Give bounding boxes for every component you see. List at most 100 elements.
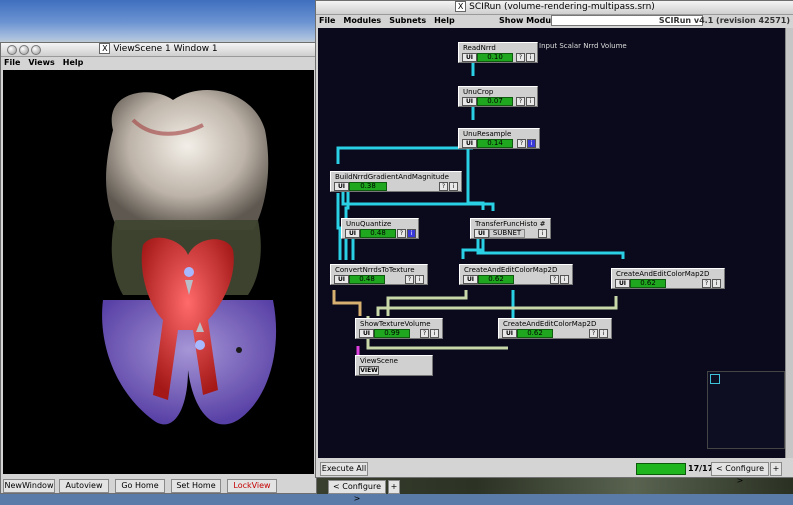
module-buildnrrdgradientandmagnitude[interactable]: BuildNrrdGradientAndMagnitude UI 0.38 ? …	[330, 171, 462, 192]
menu-help[interactable]: Help	[63, 58, 84, 67]
module-view-button[interactable]: VIEW	[359, 366, 379, 375]
go-home-button[interactable]: Go Home	[115, 479, 165, 493]
module-name: TransferFuncHisto #	[475, 220, 546, 228]
module-info-button[interactable]: i	[599, 329, 608, 338]
module-info-button[interactable]: i	[449, 182, 458, 191]
module-info-button[interactable]: i	[415, 275, 424, 284]
menu-help[interactable]: Help	[434, 16, 455, 25]
module-progress: 0.62	[517, 329, 553, 338]
tooth-volume-rendering	[102, 90, 277, 425]
menu-modules[interactable]: Modules	[343, 16, 381, 25]
module-ui-button[interactable]: UI	[474, 229, 489, 238]
viewscene-toolbar: NewWindow Autoview Go Home Set Home Lock…	[1, 477, 316, 493]
network-minimap[interactable]	[707, 371, 785, 449]
module-createandeditcolormap2d-c[interactable]: CreateAndEditColorMap2D UI 0.62 ? i	[498, 318, 612, 339]
new-window-button[interactable]: NewWindow	[3, 479, 55, 493]
module-createandeditcolormap2d-b[interactable]: CreateAndEditColorMap2D UI 0.62 ? i	[611, 268, 725, 289]
viewscene-window: X ViewScene 1 Window 1 File Views Help N…	[0, 42, 317, 494]
module-progress: 0.14	[477, 139, 513, 148]
module-info-button[interactable]: i	[430, 329, 439, 338]
module-progress: 0.48	[360, 229, 396, 238]
module-info-button[interactable]: i	[538, 229, 547, 238]
module-ui-button[interactable]: UI	[359, 329, 374, 338]
module-ui-button[interactable]: UI	[345, 229, 360, 238]
scirun-titlebar[interactable]: X SCIRun (volume-rendering-multipass.srn)	[316, 1, 793, 15]
scirun-title: SCIRun (volume-rendering-multipass.srn)	[469, 2, 655, 12]
module-ui-button[interactable]: UI	[334, 182, 349, 191]
module-help-button[interactable]: ?	[702, 279, 711, 288]
module-help-button[interactable]: ?	[517, 139, 526, 148]
set-home-button[interactable]: Set Home	[171, 479, 221, 493]
module-help-button[interactable]: ?	[397, 229, 406, 238]
network-note: Input Scalar Nrrd Volume	[539, 42, 627, 50]
module-help-button[interactable]: ?	[405, 275, 414, 284]
module-createandeditcolormap2d-a[interactable]: CreateAndEditColorMap2D UI 0.62 ? i	[459, 264, 573, 285]
module-info-button[interactable]: i	[560, 275, 569, 284]
module-unucrop[interactable]: UnuCrop UI 0.07 ? i	[458, 86, 538, 107]
module-ui-button[interactable]: UI	[463, 275, 478, 284]
module-info-button[interactable]: i	[407, 229, 416, 238]
module-name: CreateAndEditColorMap2D	[616, 270, 710, 278]
module-ui-button[interactable]: UI	[615, 279, 630, 288]
zoom-icon[interactable]	[31, 45, 41, 55]
module-unuquantize[interactable]: UnuQuantize UI 0.48 ? i	[341, 218, 419, 239]
module-ui-button[interactable]: UI	[462, 139, 477, 148]
module-ui-button[interactable]: UI	[502, 329, 517, 338]
module-help-button[interactable]: ?	[550, 275, 559, 284]
version-label: SCIRun v4.1 (revision 42571)	[658, 16, 790, 25]
module-transferfunchisto[interactable]: TransferFuncHisto # UI SUBNET i	[470, 218, 551, 239]
desktop-configure-add-button[interactable]: +	[388, 480, 400, 494]
module-unuresample[interactable]: UnuResample UI 0.14 ? i	[458, 128, 540, 149]
menu-file[interactable]: File	[319, 16, 335, 25]
module-showtexturevolume[interactable]: ShowTextureVolume UI 0.99 ? i	[355, 318, 443, 339]
menu-file[interactable]: File	[4, 58, 20, 67]
viewscene-menubar: File Views Help	[1, 57, 316, 68]
module-help-button[interactable]: ?	[516, 97, 525, 106]
module-name: ConvertNrrdsToTexture	[335, 266, 415, 274]
module-help-button[interactable]: ?	[516, 53, 525, 62]
menu-views[interactable]: Views	[28, 58, 54, 67]
module-help-button[interactable]: ?	[589, 329, 598, 338]
module-counter: 17/17	[688, 464, 714, 473]
scirun-statusbar: Execute All 17/17 < Configure > +	[316, 460, 793, 485]
module-info-button[interactable]: i	[712, 279, 721, 288]
network-canvas[interactable]: Input Scalar Nrrd Volume ReadNrrd UI 0.1…	[318, 28, 785, 458]
module-ui-button[interactable]: UI	[334, 275, 349, 284]
module-name: UnuQuantize	[346, 220, 392, 228]
execution-progress-bar	[636, 463, 686, 475]
module-progress: 0.48	[349, 275, 385, 284]
module-help-button[interactable]: ?	[420, 329, 429, 338]
minimize-icon[interactable]	[19, 45, 29, 55]
module-ui-button[interactable]: UI	[462, 97, 477, 106]
configure-button[interactable]: < Configure >	[711, 462, 769, 485]
module-progress: 0.07	[477, 97, 513, 106]
module-info-button[interactable]: i	[526, 97, 535, 106]
viewscene-titlebar[interactable]: X ViewScene 1 Window 1	[1, 43, 316, 57]
module-info-button[interactable]: i	[527, 139, 536, 148]
module-name: UnuCrop	[463, 88, 494, 96]
autoview-button[interactable]: Autoview	[59, 479, 109, 493]
viewscene-title: ViewScene 1 Window 1	[113, 44, 218, 54]
configure-add-button[interactable]: +	[770, 462, 782, 476]
execute-all-button[interactable]: Execute All	[320, 462, 368, 476]
desktop-configure-button[interactable]: < Configure >	[328, 480, 386, 503]
module-progress: 0.99	[374, 329, 410, 338]
module-progress: 0.62	[478, 275, 514, 284]
minimap-viewport[interactable]	[710, 374, 720, 384]
module-readnrrd[interactable]: ReadNrrd UI 0.10 ? i	[458, 42, 538, 63]
close-icon[interactable]	[7, 45, 17, 55]
x11-icon: X	[99, 43, 111, 54]
lock-view-button[interactable]: LockView	[227, 479, 277, 493]
module-info-button[interactable]: i	[526, 53, 535, 62]
module-help-button[interactable]: ?	[439, 182, 448, 191]
module-convertnrrdstotexture[interactable]: ConvertNrrdsToTexture UI 0.48 ? i	[330, 264, 428, 285]
menu-subnets[interactable]: Subnets	[389, 16, 426, 25]
vertical-scrollbar[interactable]	[785, 28, 793, 458]
module-viewscene[interactable]: ViewScene VIEW	[355, 355, 433, 376]
module-progress: 0.62	[630, 279, 666, 288]
module-ui-button[interactable]: UI	[462, 53, 477, 62]
module-name: BuildNrrdGradientAndMagnitude	[335, 173, 449, 181]
module-name: ReadNrrd	[463, 44, 496, 52]
render-viewport[interactable]	[3, 70, 314, 474]
module-progress: 0.10	[477, 53, 513, 62]
